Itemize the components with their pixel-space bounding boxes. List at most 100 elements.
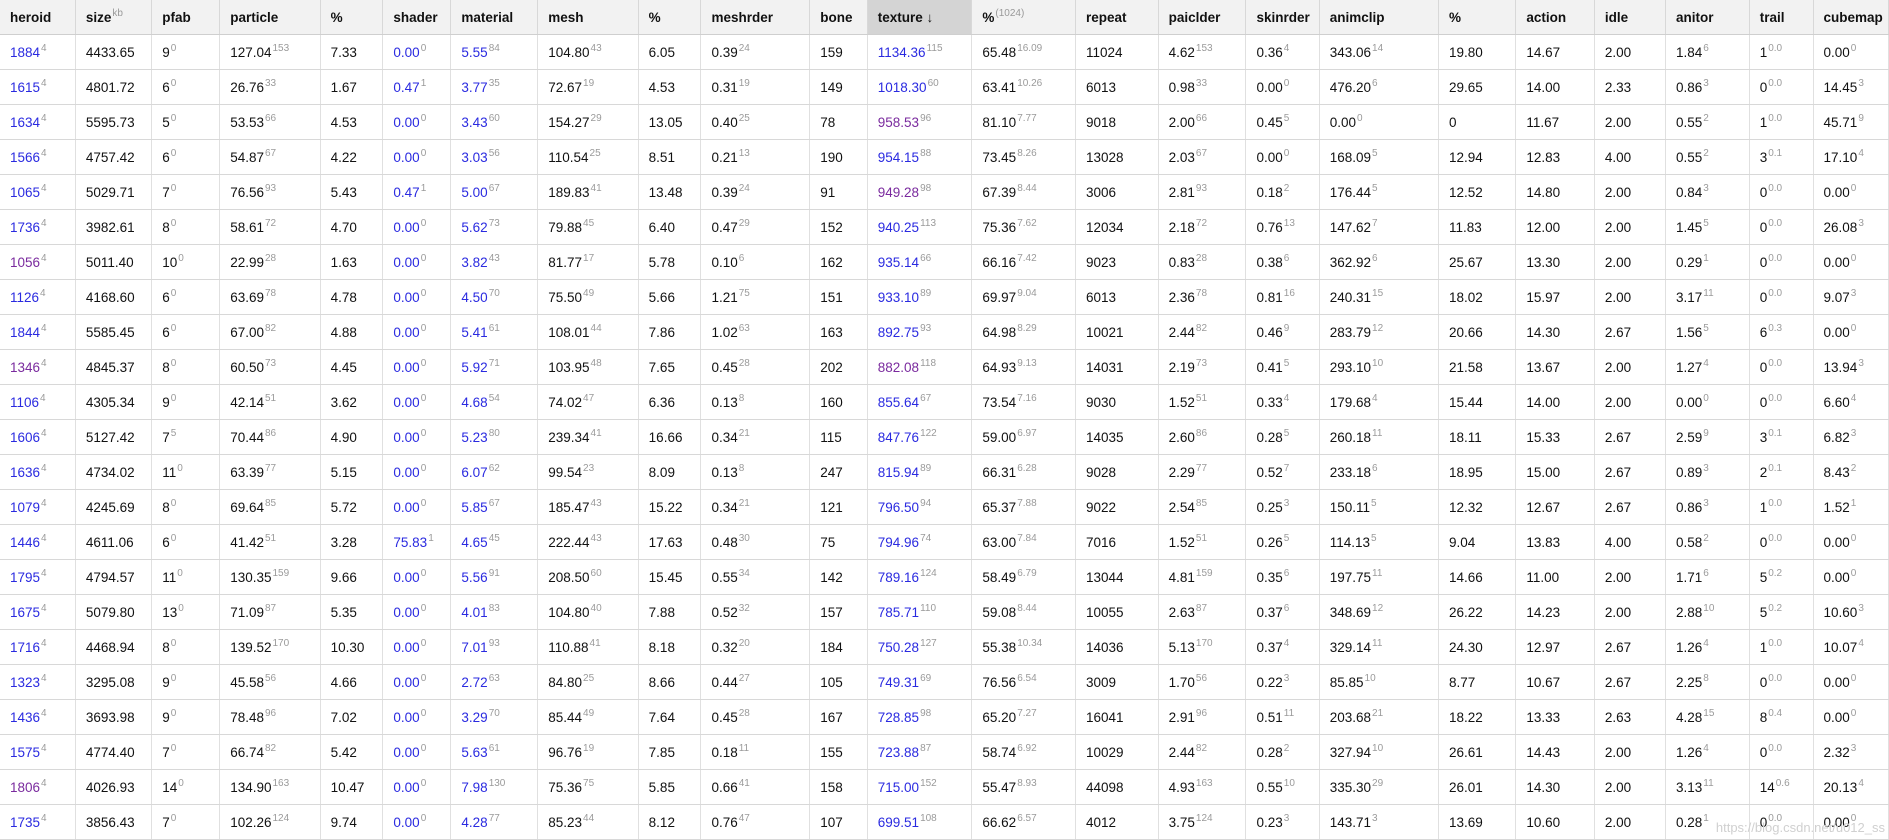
table-cell[interactable]: 882.08118	[867, 350, 972, 385]
column-header-skinrder-15[interactable]: skinrder	[1246, 0, 1319, 35]
cell-link[interactable]: 0.00	[393, 290, 419, 305]
column-header-meshrder-9[interactable]: meshrder	[701, 0, 810, 35]
cell-link[interactable]: 1018.30	[878, 80, 927, 95]
cell-link[interactable]: 5.56	[461, 570, 487, 585]
table-cell[interactable]: 5.6361	[451, 735, 538, 770]
table-cell[interactable]: 0.000	[383, 280, 451, 315]
table-cell[interactable]: 1134.36115	[867, 35, 972, 70]
column-header-texture-11[interactable]: texture ↓	[867, 0, 972, 35]
cell-link[interactable]: 5.55	[461, 45, 487, 60]
table-cell[interactable]: 0.000	[383, 455, 451, 490]
table-cell[interactable]: 855.6467	[867, 385, 972, 420]
cell-link[interactable]: 1636	[10, 465, 40, 480]
table-cell[interactable]: 3.8243	[451, 245, 538, 280]
cell-link[interactable]: 3.03	[461, 150, 487, 165]
table-cell[interactable]: 0.000	[383, 420, 451, 455]
table-cell[interactable]: 940.25113	[867, 210, 972, 245]
table-cell[interactable]: 5.4161	[451, 315, 538, 350]
column-header-action-18[interactable]: action	[1516, 0, 1594, 35]
column-header-particle-3[interactable]: particle	[220, 0, 320, 35]
column-header-repeat-13[interactable]: repeat	[1075, 0, 1158, 35]
cell-link[interactable]: 1606	[10, 430, 40, 445]
column-header-heroid-0[interactable]: heroid	[0, 0, 75, 35]
column-header-pct-8[interactable]: %	[638, 0, 701, 35]
cell-link[interactable]: 1736	[10, 220, 40, 235]
table-cell[interactable]: 5.6273	[451, 210, 538, 245]
table-cell[interactable]: 749.3169	[867, 665, 972, 700]
table-cell[interactable]: 0.000	[383, 35, 451, 70]
table-cell[interactable]: 789.16124	[867, 560, 972, 595]
column-header-pct-12[interactable]: %(1024)	[972, 0, 1076, 35]
table-cell[interactable]: 0.000	[383, 665, 451, 700]
cell-link[interactable]: 4.65	[461, 535, 487, 550]
table-cell[interactable]: 0.000	[383, 735, 451, 770]
table-cell[interactable]: 0.000	[383, 385, 451, 420]
cell-link[interactable]: 1446	[10, 535, 40, 550]
cell-link[interactable]: 954.15	[878, 150, 919, 165]
table-cell[interactable]: 0.000	[383, 490, 451, 525]
cell-link[interactable]: 933.10	[878, 290, 919, 305]
table-cell[interactable]: 7.0193	[451, 630, 538, 665]
table-cell[interactable]: 17164	[0, 630, 75, 665]
table-cell[interactable]: 0.000	[383, 560, 451, 595]
cell-link[interactable]: 0.00	[393, 325, 419, 340]
cell-link[interactable]: 5.85	[461, 500, 487, 515]
cell-link[interactable]: 3.82	[461, 255, 487, 270]
cell-link[interactable]: 1346	[10, 360, 40, 375]
table-cell[interactable]: 16364	[0, 455, 75, 490]
cell-link[interactable]: 940.25	[878, 220, 919, 235]
cell-link[interactable]: 1615	[10, 80, 40, 95]
table-cell[interactable]: 892.7593	[867, 315, 972, 350]
table-cell[interactable]: 4.5070	[451, 280, 538, 315]
cell-link[interactable]: 1126	[10, 290, 39, 305]
table-cell[interactable]: 18444	[0, 315, 75, 350]
column-header-material-6[interactable]: material	[451, 0, 538, 35]
table-cell[interactable]: 0.000	[383, 630, 451, 665]
cell-link[interactable]: 0.00	[393, 675, 419, 690]
table-cell[interactable]: 796.5094	[867, 490, 972, 525]
table-cell[interactable]: 935.1466	[867, 245, 972, 280]
table-cell[interactable]: 5.9271	[451, 350, 538, 385]
table-cell[interactable]: 949.2898	[867, 175, 972, 210]
cell-link[interactable]: 785.71	[878, 605, 919, 620]
cell-link[interactable]: 1675	[10, 605, 40, 620]
table-cell[interactable]: 7.98130	[451, 770, 538, 805]
table-cell[interactable]: 958.5396	[867, 105, 972, 140]
table-cell[interactable]: 0.000	[383, 805, 451, 840]
cell-link[interactable]: 1844	[10, 325, 40, 340]
table-cell[interactable]: 0.000	[383, 210, 451, 245]
table-cell[interactable]: 723.8887	[867, 735, 972, 770]
cell-link[interactable]: 1106	[10, 395, 39, 410]
cell-link[interactable]: 1884	[10, 45, 40, 60]
cell-link[interactable]: 75.83	[393, 535, 427, 550]
table-cell[interactable]: 3.7735	[451, 70, 538, 105]
cell-link[interactable]: 1795	[10, 570, 40, 585]
table-cell[interactable]: 0.000	[383, 245, 451, 280]
table-cell[interactable]: 10654	[0, 175, 75, 210]
column-header-idle-19[interactable]: idle	[1594, 0, 1665, 35]
cell-link[interactable]: 749.31	[878, 675, 919, 690]
table-cell[interactable]: 794.9674	[867, 525, 972, 560]
table-cell[interactable]: 11064	[0, 385, 75, 420]
cell-link[interactable]: 1079	[10, 500, 40, 515]
cell-link[interactable]: 0.00	[393, 150, 419, 165]
cell-link[interactable]: 1806	[10, 780, 40, 795]
column-header-paiclder-14[interactable]: paiclder	[1158, 0, 1246, 35]
table-cell[interactable]: 2.7263	[451, 665, 538, 700]
table-cell[interactable]: 3.2970	[451, 700, 538, 735]
table-cell[interactable]: 1018.3060	[867, 70, 972, 105]
cell-link[interactable]: 750.28	[878, 640, 919, 655]
cell-link[interactable]: 0.00	[393, 395, 419, 410]
cell-link[interactable]: 7.98	[461, 780, 487, 795]
cell-link[interactable]: 1323	[10, 675, 40, 690]
column-header-shader-5[interactable]: shader	[383, 0, 451, 35]
cell-link[interactable]: 3.77	[461, 80, 487, 95]
cell-link[interactable]: 0.00	[393, 430, 419, 445]
table-cell[interactable]: 16344	[0, 105, 75, 140]
cell-link[interactable]: 3.29	[461, 710, 487, 725]
table-cell[interactable]: 715.00152	[867, 770, 972, 805]
table-cell[interactable]: 14364	[0, 700, 75, 735]
table-cell[interactable]: 815.9489	[867, 455, 972, 490]
cell-link[interactable]: 1065	[10, 185, 40, 200]
table-cell[interactable]: 16754	[0, 595, 75, 630]
